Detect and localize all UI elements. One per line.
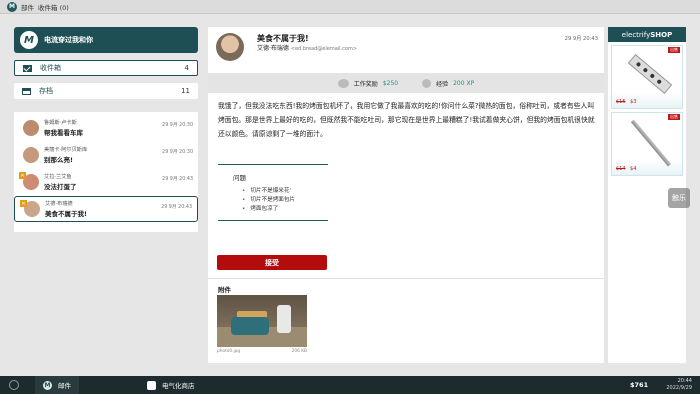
- shop-product[interactable]: 出售 $15 $3: [611, 45, 683, 109]
- message-subject: 别那么亮!: [44, 156, 73, 164]
- attachment-name: photo0.jpg: [217, 349, 241, 354]
- product-name: ...: [616, 160, 620, 165]
- message-time: 29 9月 20:30: [162, 123, 193, 128]
- product-price: $15 $3: [616, 99, 637, 105]
- folder-inbox-count: 4: [184, 64, 189, 72]
- clock-date: 2022/9/29: [666, 385, 692, 391]
- clock-time: 20:44: [677, 378, 692, 384]
- message-item-selected[interactable]: ✕ 艾德·布瑞德 美食不属于我! 29 9月 20:43: [14, 196, 198, 222]
- sender-name: 艾德·布瑞德: [257, 45, 289, 52]
- message-subject: 帮我看看车库: [44, 129, 83, 137]
- shop-logo[interactable]: electrify SHOP: [608, 27, 686, 42]
- taskbar: M 邮件 电气化商店 $761 20:44 2022/9/29: [0, 376, 700, 394]
- quest-flag-icon: ✕: [19, 172, 26, 179]
- quest-item: 切片不是爆米花': [242, 187, 328, 196]
- message-item[interactable]: ✕ 艾拉·兰艾鱼 没法打蛋了 29 9月 20:43: [14, 169, 198, 195]
- email-view: 美食不属于我! 艾德·布瑞德 <ed.bread@elemail.com> 29…: [208, 27, 604, 363]
- shop-icon: [147, 380, 156, 390]
- attachment-meta: photo0.jpg 206 KB: [217, 349, 307, 354]
- reward-label: 工作奖励: [353, 80, 378, 88]
- message-item[interactable]: 美丽卡·阿尔贝斯库 别那么亮! 29 9月 20:30: [14, 142, 198, 168]
- folder-inbox-label: 收件箱: [40, 64, 61, 72]
- xp-label: 经验: [436, 80, 449, 88]
- shop-name-suffix: SHOP: [650, 30, 673, 39]
- attachment-divider: [208, 278, 604, 279]
- quest-list: 切片不是爆米花' 切片不是烤面包片 烤面包凉了: [242, 187, 328, 214]
- power-strip-image: [627, 53, 673, 95]
- quest-title: 问题: [233, 174, 246, 182]
- folder-archive-label: 存档: [39, 87, 53, 95]
- folder-archive[interactable]: 存档 11: [14, 83, 198, 99]
- rod-image: [630, 119, 672, 167]
- mail-app-icon: M: [7, 1, 17, 12]
- quest-box: 问题 切片不是爆米花' 切片不是烤面包片 烤面包凉了: [218, 164, 328, 221]
- quest-divider: [218, 220, 328, 221]
- shop-name-prefix: electrify: [621, 30, 651, 39]
- archive-icon: [22, 87, 31, 95]
- sale-badge: 出售: [668, 47, 680, 53]
- balance: $761: [630, 381, 649, 389]
- folder-archive-count: 11: [181, 87, 190, 95]
- taskbar-item-mail[interactable]: M 邮件: [35, 376, 79, 394]
- product-price: $14 $4: [616, 166, 637, 172]
- message-time: 29 9月 20:43: [161, 205, 192, 210]
- email-date: 29 9月 20:43: [564, 36, 598, 42]
- message-time: 29 9月 20:43: [162, 177, 193, 182]
- app-logo-card: M 电流穿过我和你: [14, 27, 198, 53]
- quest-divider: [218, 164, 328, 165]
- message-time: 29 9月 20:30: [162, 150, 193, 155]
- message-subject: 没法打蛋了: [44, 183, 77, 191]
- taskbar-item-shop[interactable]: 电气化商店: [139, 376, 203, 394]
- email-sender: 艾德·布瑞德 <ed.bread@elemail.com>: [257, 43, 357, 52]
- sale-badge: 出售: [668, 114, 680, 120]
- email-header: 美食不属于我! 艾德·布瑞德 <ed.bread@elemail.com> 29…: [208, 27, 604, 67]
- quest-item: 切片不是烤面包片: [242, 196, 328, 205]
- money-icon: [337, 78, 349, 88]
- sender-avatar: [216, 33, 244, 61]
- xp-icon: [422, 78, 432, 88]
- quest-item: 烤面包凉了: [242, 205, 328, 214]
- app-logo-icon: M: [20, 31, 38, 49]
- old-price: $15: [616, 99, 626, 105]
- mail-app-icon: M: [43, 380, 52, 390]
- shop-product[interactable]: 出售 ... $14 $4: [611, 112, 683, 176]
- app-name: 电流穿过我和你: [44, 36, 93, 44]
- new-price: $4: [630, 166, 637, 172]
- attachment-size: 206 KB: [291, 349, 307, 354]
- message-sender: 艾拉·兰艾鱼: [44, 174, 72, 180]
- accept-button[interactable]: 接受: [217, 255, 327, 270]
- watermark-logo: 触乐: [668, 188, 690, 208]
- reward-bar: 工作奖励 $250 经验 200 XP: [208, 73, 604, 93]
- power-icon[interactable]: [9, 380, 19, 390]
- inbox-icon: [23, 64, 32, 72]
- avatar: [23, 147, 39, 163]
- message-subject: 美食不属于我!: [45, 210, 87, 218]
- titlebar-app-name: 部件: [21, 3, 34, 12]
- attachment-thumbnail[interactable]: [217, 295, 307, 347]
- message-sender: 鲁姆斯·卢卡斯: [44, 120, 77, 126]
- message-sender: 艾德·布瑞德: [45, 201, 73, 207]
- xp-value: 200 XP: [453, 79, 475, 87]
- message-sender: 美丽卡·阿尔贝斯库: [44, 147, 88, 153]
- mail-sidebar: M 电流穿过我和你 收件箱 4 存档 11 鲁姆斯·卢卡斯 帮我看看车库 29 …: [14, 27, 198, 232]
- folder-inbox[interactable]: 收件箱 4: [14, 60, 198, 76]
- taskbar-item-label: 邮件: [58, 382, 71, 390]
- quest-flag-icon: ✕: [20, 200, 27, 207]
- new-price: $3: [630, 99, 637, 105]
- message-item[interactable]: 鲁姆斯·卢卡斯 帮我看看车库 29 9月 20:30: [14, 115, 198, 141]
- taskbar-item-label: 电气化商店: [162, 382, 195, 390]
- avatar: [23, 120, 39, 136]
- email-body: 我饿了，但我没法吃东西!我的烤面包机坏了，我用它做了我最喜欢的吃的!你问什么菜?…: [218, 102, 595, 138]
- old-price: $14: [616, 166, 626, 172]
- titlebar-title: 收件箱 (0): [38, 3, 69, 12]
- sender-address: <ed.bread@elemail.com>: [290, 46, 358, 52]
- window-titlebar: M 部件 收件箱 (0): [0, 0, 700, 14]
- reward-value: $250: [382, 79, 399, 87]
- attachments-label: 附件: [218, 286, 231, 294]
- clock: 20:44 2022/9/29: [666, 378, 692, 392]
- message-list: 鲁姆斯·卢卡斯 帮我看看车库 29 9月 20:30 美丽卡·阿尔贝斯库 别那么…: [14, 112, 198, 232]
